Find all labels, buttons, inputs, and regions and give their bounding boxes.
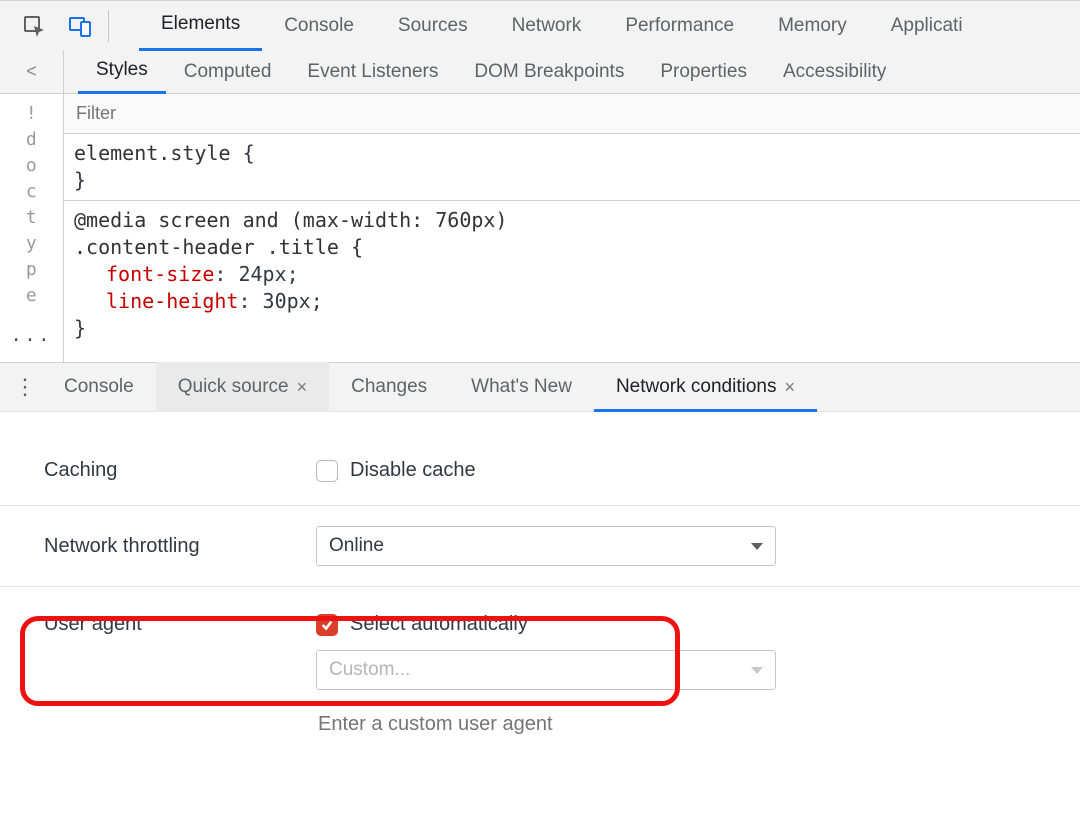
subtab-properties[interactable]: Properties — [642, 50, 765, 94]
style-rule-inline[interactable]: element.style { } — [64, 134, 1080, 201]
drawer-tab-network-conditions[interactable]: Network conditions × — [594, 362, 817, 412]
dom-breadcrumb-caret[interactable]: < — [0, 50, 64, 93]
tab-elements[interactable]: Elements — [139, 1, 262, 51]
throttling-row: Network throttling Online — [0, 506, 1080, 587]
caching-row: Caching Disable cache — [0, 436, 1080, 506]
subtab-styles[interactable]: Styles — [78, 50, 166, 94]
throttling-select[interactable]: Online — [316, 526, 776, 566]
style-rule-media[interactable]: @media screen and (max-width: 760px) .co… — [64, 201, 1080, 348]
checkbox-checked-icon — [316, 614, 338, 636]
inspect-icon[interactable] — [22, 14, 46, 38]
tab-performance[interactable]: Performance — [603, 1, 756, 51]
drawer-more-icon[interactable]: ⋮ — [8, 374, 42, 400]
tab-memory[interactable]: Memory — [756, 1, 869, 51]
close-icon[interactable]: × — [784, 377, 795, 398]
ua-custom-input[interactable] — [316, 704, 776, 744]
caching-label: Caching — [44, 459, 316, 482]
drawer-tab-changes[interactable]: Changes — [329, 362, 449, 412]
tab-separator — [108, 10, 109, 42]
tab-sources[interactable]: Sources — [376, 1, 490, 51]
drawer-tab-quick-source[interactable]: Quick source × — [156, 362, 329, 412]
checkbox-icon — [316, 460, 338, 482]
chevron-down-icon — [751, 543, 763, 550]
disable-cache-checkbox[interactable]: Disable cache — [316, 459, 476, 482]
styles-filter-row — [64, 94, 1080, 134]
chevron-down-icon — [751, 667, 763, 674]
tab-console[interactable]: Console — [262, 1, 376, 51]
tab-network[interactable]: Network — [490, 1, 604, 51]
subtab-computed[interactable]: Computed — [166, 50, 290, 94]
network-conditions-panel: Caching Disable cache Network throttling… — [0, 412, 1080, 764]
dom-tree-gutter: ! d o c t y p e ... — [0, 94, 64, 362]
styles-filter-input[interactable] — [74, 102, 1070, 125]
user-agent-label: User agent — [44, 613, 316, 636]
drawer-tab-bar: ⋮ Console Quick source × Changes What's … — [0, 362, 1080, 412]
user-agent-row: User agent Select automatically Custom..… — [0, 587, 1080, 764]
ua-preset-select[interactable]: Custom... — [316, 650, 776, 690]
dom-tree-ellipsis[interactable]: ... — [0, 322, 63, 348]
drawer-tab-whats-new[interactable]: What's New — [449, 362, 594, 412]
drawer-tab-console[interactable]: Console — [42, 362, 156, 412]
subtab-event-listeners[interactable]: Event Listeners — [289, 50, 456, 94]
subtab-accessibility[interactable]: Accessibility — [765, 50, 904, 94]
subtab-dom-breakpoints[interactable]: DOM Breakpoints — [456, 50, 642, 94]
styles-panel: ! d o c t y p e ... element.style { } @m… — [0, 94, 1080, 362]
elements-subtab-bar: < Styles Computed Event Listeners DOM Br… — [0, 50, 1080, 94]
tab-application[interactable]: Applicati — [869, 1, 985, 51]
device-toolbar-icon[interactable] — [68, 14, 92, 38]
main-tab-bar: Elements Console Sources Network Perform… — [0, 0, 1080, 50]
ua-select-automatically-checkbox[interactable]: Select automatically — [316, 613, 528, 636]
close-icon[interactable]: × — [297, 377, 308, 398]
throttling-label: Network throttling — [44, 535, 316, 558]
